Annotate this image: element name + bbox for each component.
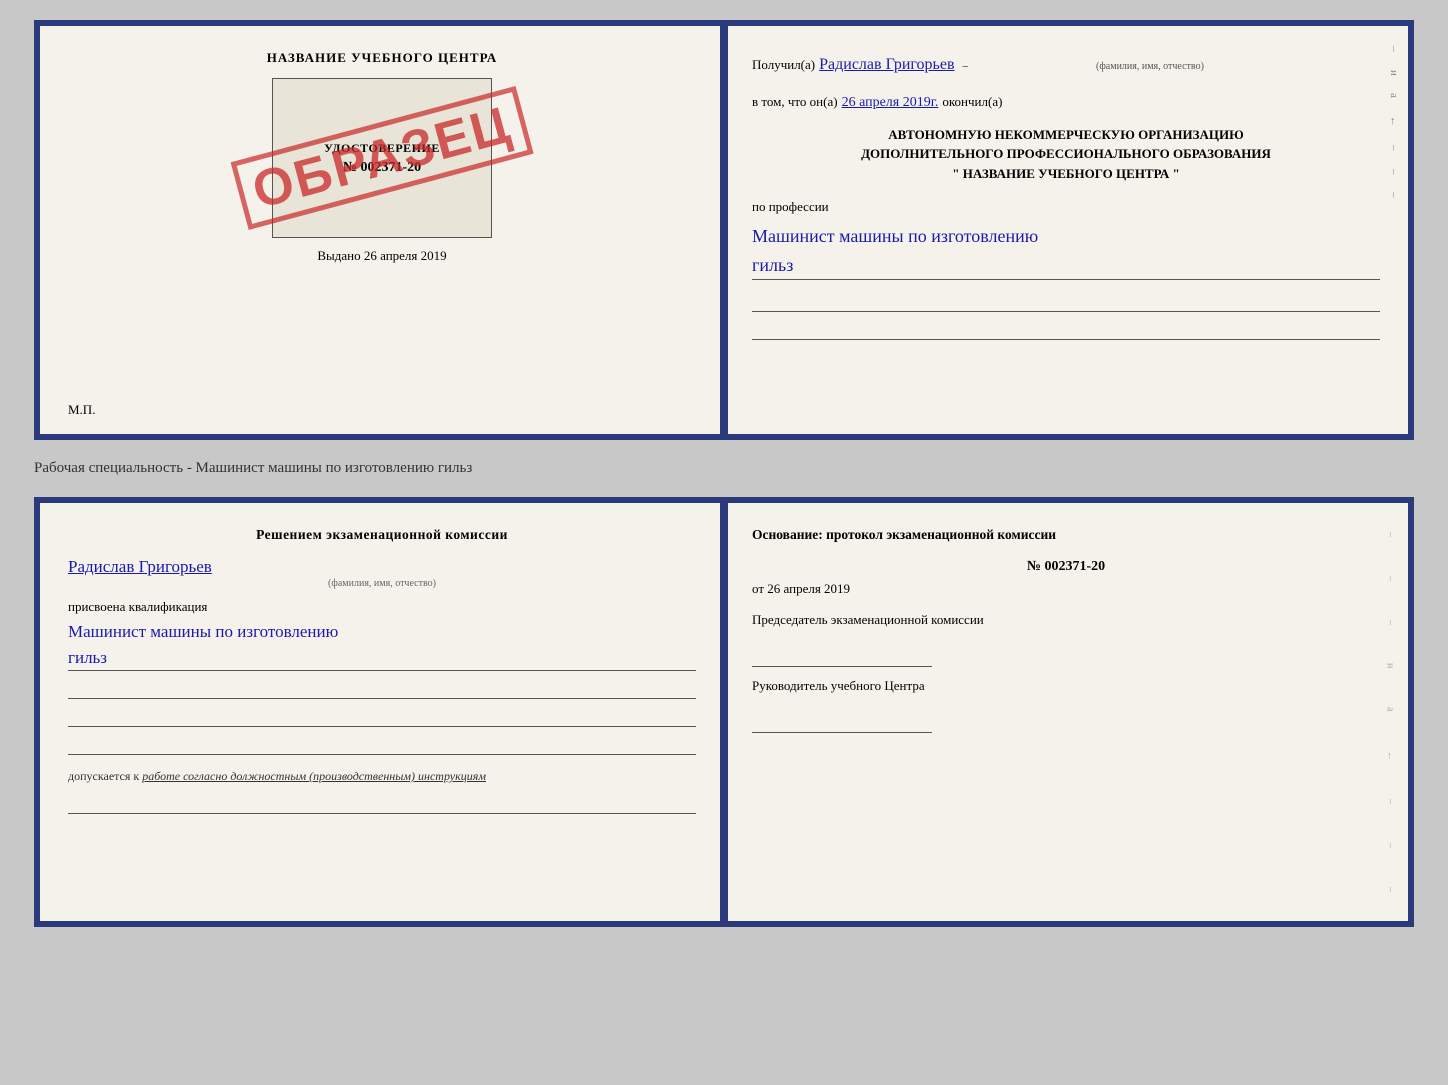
b-edge-4: и <box>1385 663 1396 668</box>
bottom-right-title: Основание: протокол экзаменационной коми… <box>752 527 1380 543</box>
chairman-sig-line <box>752 649 932 667</box>
b-edge-6: ← <box>1385 751 1396 761</box>
date-row: в том, что он(а) 26 апреля 2019г. окончи… <box>752 90 1380 117</box>
finished-suffix: окончил(а) <box>942 90 1002 115</box>
b-edge-5: а <box>1385 707 1396 711</box>
edge-mark-4: ← <box>1388 116 1400 127</box>
certificate-box: УДОСТОВЕРЕНИЕ № 002371-20 ОБРАЗЕЦ <box>272 78 492 238</box>
vydano-label: Выдано <box>317 248 360 263</box>
top-doc-right: Получил(а) Радислав Григорьев – (фамилия… <box>724 26 1408 434</box>
org-block: АВТОНОМНУЮ НЕКОММЕРЧЕСКУЮ ОРГАНИЗАЦИЮ ДО… <box>752 125 1380 184</box>
allowed-text: работе согласно должностным (производств… <box>142 769 486 783</box>
edge-mark-3: а <box>1388 93 1400 98</box>
allowed-prefix: допускается к <box>68 769 139 783</box>
director-sig-line <box>752 715 932 733</box>
qualification-block: Машинист машины по изготовлению гильз <box>68 619 696 755</box>
received-prefix: Получил(а) <box>752 53 815 78</box>
org-line1: АВТОНОМНУЮ НЕКОММЕРЧЕСКУЮ ОРГАНИЗАЦИЮ <box>752 125 1380 145</box>
bottom-left-title: Решением экзаменационной комиссии <box>68 527 696 543</box>
profession-prefix: по профессии <box>752 195 1380 220</box>
allowed-block: допускается к работе согласно должностны… <box>68 769 696 784</box>
allowed-underline <box>68 790 696 814</box>
bottom-document: Решением экзаменационной комиссии Радисл… <box>34 497 1414 927</box>
bottom-doc-right: Основание: протокол экзаменационной коми… <box>724 503 1408 921</box>
qualification-line1: Машинист машины по изготовлению <box>68 619 696 645</box>
empty-line1 <box>752 288 1380 312</box>
edge-mark-6: – <box>1388 169 1400 175</box>
cert-title: УДОСТОВЕРЕНИЕ <box>324 141 440 156</box>
vydano-line: Выдано 26 апреля 2019 <box>68 248 696 264</box>
recipient-name: Радислав Григорьев <box>819 50 954 80</box>
qual-empty-line1 <box>68 675 696 699</box>
bottom-person-name: Радислав Григорьев <box>68 557 696 577</box>
stamp-obrazec: ОБРАЗЕЦ <box>231 86 534 230</box>
date-prefix: в том, что он(а) <box>752 90 838 115</box>
cert-number: № 002371-20 <box>343 160 421 176</box>
b-edge-2: – <box>1385 576 1396 581</box>
org-line3: " НАЗВАНИЕ УЧЕБНОГО ЦЕНТРА " <box>752 164 1380 184</box>
edge-mark-5: – <box>1388 145 1400 151</box>
b-edge-7: – <box>1385 799 1396 804</box>
b-edge-9: – <box>1385 887 1396 892</box>
empty-line2 <box>752 316 1380 340</box>
b-edge-1: – <box>1385 532 1396 537</box>
bottom-right-edge: – – – и а ← – – – <box>1380 513 1400 911</box>
director-label: Руководитель учебного Центра <box>752 677 1380 695</box>
date-value: 26 апреля 2019г. <box>842 90 939 117</box>
signatures: Председатель экзаменационной комиссии Ру… <box>752 611 1380 733</box>
bottom-doc-left: Решением экзаменационной комиссии Радисл… <box>40 503 724 921</box>
b-edge-8: – <box>1385 843 1396 848</box>
chairman-label: Председатель экзаменационной комиссии <box>752 611 1380 629</box>
assigned-label: присвоена квалификация <box>68 599 696 615</box>
subtitle: Рабочая специальность - Машинист машины … <box>34 458 1414 479</box>
qual-empty-line3 <box>68 731 696 755</box>
edge-mark-1: – <box>1388 46 1400 52</box>
protocol-number: № 002371-20 <box>752 559 1380 575</box>
profession-name2: гильз <box>752 253 1380 279</box>
top-document: НАЗВАНИЕ УЧЕБНОГО ЦЕНТРА УДОСТОВЕРЕНИЕ №… <box>34 20 1414 440</box>
protocol-date-value: 26 апреля 2019 <box>767 581 850 596</box>
profession-block: по профессии Машинист машины по изготовл… <box>752 195 1380 339</box>
right-content: Получил(а) Радислав Григорьев – (фамилия… <box>752 50 1380 340</box>
vydano-date: 26 апреля 2019 <box>364 248 447 263</box>
qual-empty-line2 <box>68 703 696 727</box>
b-edge-3: – <box>1385 620 1396 625</box>
date-from-prefix: от <box>752 581 764 596</box>
org-line2: ДОПОЛНИТЕЛЬНОГО ПРОФЕССИОНАЛЬНОГО ОБРАЗО… <box>752 144 1380 164</box>
person-name-block: Радислав Григорьев (фамилия, имя, отчест… <box>68 557 696 589</box>
right-edge-marks: – и а ← – – – <box>1388 46 1400 414</box>
profession-name: Машинист машины по изготовлению <box>752 224 1380 249</box>
edge-mark-7: – <box>1388 192 1400 198</box>
top-doc-left: НАЗВАНИЕ УЧЕБНОГО ЦЕНТРА УДОСТОВЕРЕНИЕ №… <box>40 26 724 434</box>
recipient-row: Получил(а) Радислав Григорьев – (фамилия… <box>752 50 1380 80</box>
top-left-header: НАЗВАНИЕ УЧЕБНОГО ЦЕНТРА <box>68 50 696 66</box>
mp-label: М.П. <box>68 402 95 418</box>
edge-mark-2: и <box>1388 70 1400 76</box>
bottom-name-label: (фамилия, имя, отчество) <box>68 578 696 589</box>
protocol-date: от 26 апреля 2019 <box>752 581 1380 597</box>
qualification-line2: гильз <box>68 645 696 672</box>
fio-label: (фамилия, имя, отчество) <box>1096 57 1204 76</box>
